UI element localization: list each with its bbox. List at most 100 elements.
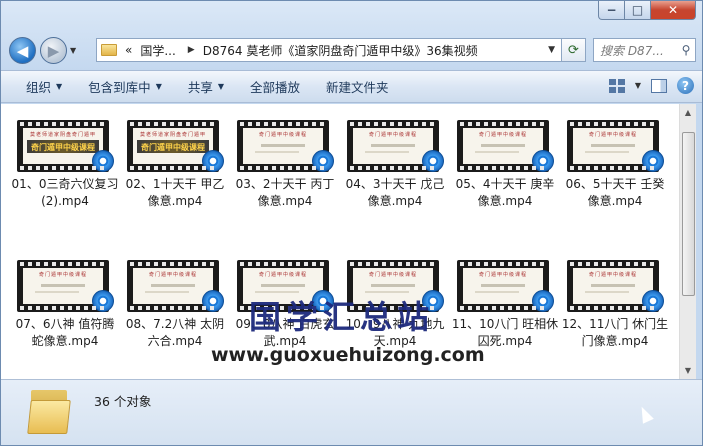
organize-menu[interactable]: 组织 ▼ [13, 74, 75, 100]
thumbnail-title: 奇门遁甲中级课程 [258, 272, 307, 278]
video-thumbnail: 莫老师道家阴盘奇门遁甲 奇门遁甲中级课程 [127, 120, 224, 172]
thumbnail-text-line [261, 144, 305, 147]
thumbnail-frame: 奇门遁甲中级课程 [353, 128, 433, 164]
search-icon[interactable]: ⚲ [677, 43, 695, 57]
thumbnail-title: 奇门遁甲中级课程 [588, 272, 637, 278]
thumbnail-title: 奇门遁甲中级课程 [478, 272, 527, 278]
thumbnail-text-line [475, 291, 519, 293]
watermark-title: 国学汇总站 [249, 298, 435, 336]
scroll-down-icon[interactable]: ▼ [680, 362, 696, 379]
file-name[interactable]: 12、11八门 休门生门像意.mp4 [561, 316, 669, 350]
share-menu[interactable]: 共享 ▼ [175, 74, 237, 100]
new-folder-button[interactable]: 新建文件夹 [313, 74, 402, 100]
media-player-icon [642, 290, 664, 312]
thumbnail-text-line [261, 284, 305, 287]
thumbnail-frame: 奇门遁甲中级课程 [573, 268, 653, 304]
thumbnail-frame: 奇门遁甲中级课程 [133, 268, 213, 304]
thumbnail-frame: 奇门遁甲中级课程 [243, 128, 323, 164]
command-bar: 组织 ▼ 包含到库中 ▼ 共享 ▼ 全部播放 新建文件夹 ▼ ? [1, 70, 702, 103]
thumbnail-text-line [151, 284, 195, 287]
thumbnail-frame: 奇门遁甲中级课程 [23, 268, 103, 304]
address-bar[interactable]: « 国学... ▶ D8764 莫老师《道家阴盘奇门遁甲中级》36集视频 ▼ [96, 38, 562, 62]
media-player-icon [422, 150, 444, 172]
thumbnail-banner: 奇门遁甲中级课程 [27, 140, 99, 153]
file-list[interactable]: 莫老师道家阴盘奇门遁甲 奇门遁甲中级课程 01、0三奇六仪复习 (2).mp4 莫老师… [1, 104, 679, 379]
video-thumbnail: 奇门遁甲中级课程 [237, 120, 334, 172]
thumbnail-text-line [585, 291, 629, 293]
media-player-icon [92, 290, 114, 312]
include-library-menu[interactable]: 包含到库中 ▼ [75, 74, 175, 100]
thumbnail-title: 奇门遁甲中级课程 [38, 272, 87, 278]
address-overflow[interactable]: « [125, 43, 132, 57]
maximize-button[interactable]: □ [625, 1, 651, 20]
close-button[interactable]: ✕ [651, 1, 696, 20]
share-label: 共享 [187, 80, 213, 95]
scroll-thumb[interactable] [682, 132, 695, 296]
thumbnail-text-line [481, 284, 525, 287]
back-button[interactable]: ◀ [9, 37, 36, 64]
thumbnail-text-line [365, 151, 409, 153]
minimize-button[interactable]: − [598, 1, 625, 20]
media-player-icon [642, 150, 664, 172]
help-icon[interactable]: ? [677, 77, 694, 94]
explorer-window: − □ ✕ ◀ ▶ ▼ « 国学... ▶ D8764 莫老师《道家阴盘奇门遁甲… [0, 0, 703, 446]
watermark-url: www.guoxuehuizong.com [211, 344, 485, 366]
refresh-button[interactable]: ⟳ [562, 38, 586, 62]
thumbnail-text-line [255, 151, 299, 153]
video-thumbnail: 奇门遁甲中级课程 [457, 120, 554, 172]
video-thumbnail: 奇门遁甲中级课程 [567, 260, 664, 312]
scroll-up-icon[interactable]: ▲ [680, 104, 696, 121]
view-options-icon[interactable] [608, 78, 625, 93]
file-name[interactable]: 03、2十天干 丙丁像意.mp4 [231, 176, 339, 210]
thumbnail-text-line [481, 144, 525, 147]
media-player-icon [312, 150, 334, 172]
thumbnail-banner-text: 奇门遁甲中级课程 [31, 143, 95, 152]
file-name[interactable]: 05、4十天干 庚辛像意.mp4 [451, 176, 559, 210]
thumbnail-text-line [371, 284, 415, 287]
search-box[interactable]: 搜索 D87... ⚲ [593, 38, 696, 62]
thumbnail-text-line [371, 144, 415, 147]
media-player-icon [202, 150, 224, 172]
file-name[interactable]: 01、0三奇六仪复习 (2).mp4 [11, 176, 119, 210]
video-thumbnail: 奇门遁甲中级课程 [17, 260, 114, 312]
file-name[interactable]: 06、5十天干 壬癸像意.mp4 [561, 176, 669, 210]
preview-pane-icon[interactable] [651, 78, 667, 93]
thumbnail-frame: 莫老师道家阴盘奇门遁甲 奇门遁甲中级课程 [23, 128, 103, 164]
view-dropdown-icon[interactable]: ▼ [635, 81, 641, 90]
thumbnail-text-line [41, 284, 85, 287]
forward-button[interactable]: ▶ [40, 37, 67, 64]
video-thumbnail: 莫老师道家阴盘奇门遁甲 奇门遁甲中级课程 [17, 120, 114, 172]
file-name[interactable]: 02、1十天干 甲乙像意.mp4 [121, 176, 229, 210]
details-pane: 36 个对象 [1, 379, 702, 445]
thumbnail-frame: 奇门遁甲中级课程 [463, 268, 543, 304]
folder-icon [27, 386, 71, 434]
thumbnail-title: 奇门遁甲中级课程 [368, 272, 417, 278]
breadcrumb-parent[interactable]: 国学... [140, 42, 175, 59]
thumbnail-banner-text: 奇门遁甲中级课程 [141, 143, 205, 152]
thumbnail-frame: 奇门遁甲中级课程 [573, 128, 653, 164]
thumbnail-banner: 奇门遁甲中级课程 [137, 140, 209, 153]
play-all-button[interactable]: 全部播放 [237, 74, 313, 100]
thumbnail-title: 奇门遁甲中级课程 [478, 132, 527, 138]
file-name[interactable]: 07、6八神 值符腾蛇像意.mp4 [11, 316, 119, 350]
video-thumbnail: 奇门遁甲中级课程 [457, 260, 554, 312]
thumbnail-text-line [591, 284, 635, 287]
thumbnail-text-line [475, 151, 519, 153]
video-thumbnail: 奇门遁甲中级课程 [347, 120, 444, 172]
search-input[interactable]: 搜索 D87... [600, 42, 677, 59]
breadcrumb-separator-icon[interactable]: ▶ [188, 45, 195, 55]
recent-pages-dropdown[interactable]: ▼ [70, 46, 76, 55]
view-controls: ▼ ? [608, 77, 694, 94]
navigation-buttons: ◀ ▶ ▼ [9, 37, 76, 64]
thumbnail-title: 奇门遁甲中级课程 [148, 272, 197, 278]
thumbnail-title: 莫老师道家阴盘奇门遁甲 [139, 132, 206, 138]
video-thumbnail: 奇门遁甲中级课程 [127, 260, 224, 312]
vertical-scrollbar[interactable]: ▲ ▼ [679, 104, 696, 379]
thumbnail-text-line [145, 291, 189, 293]
chevron-down-icon: ▼ [56, 82, 63, 91]
breadcrumb-current[interactable]: D8764 莫老师《道家阴盘奇门遁甲中级》36集视频 [203, 42, 478, 59]
file-name[interactable]: 04、3十天干 戊己像意.mp4 [341, 176, 449, 210]
window-controls: − □ ✕ [598, 1, 696, 20]
address-dropdown-icon[interactable]: ▼ [548, 45, 555, 55]
organize-label: 组织 [26, 80, 52, 95]
